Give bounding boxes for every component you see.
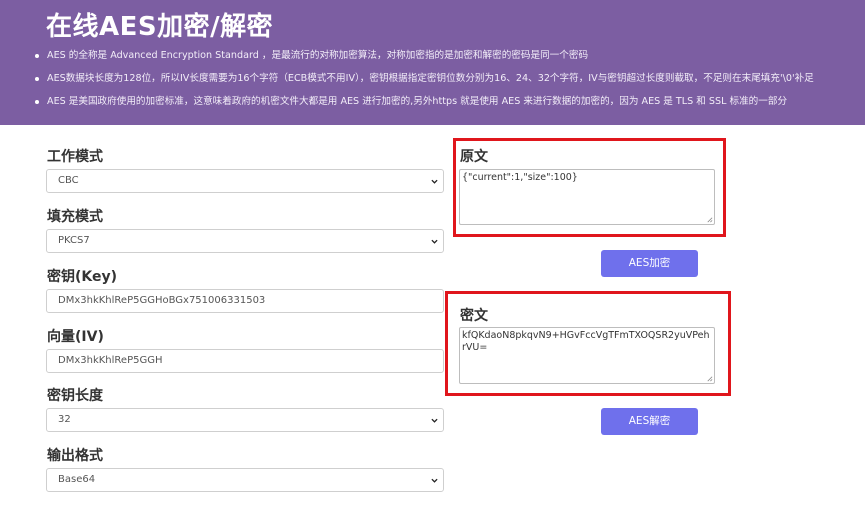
- aes-encrypt-button[interactable]: AES加密: [601, 250, 698, 277]
- intro-item: AES数据块长度为128位，所以IV长度需要为16个字符（ECB模式不用IV），…: [33, 72, 814, 95]
- resize-grip-icon[interactable]: [706, 216, 713, 223]
- aes-decrypt-button[interactable]: AES解密: [601, 408, 698, 435]
- plaintext-value: {"current":1,"size":100}: [462, 172, 578, 183]
- intro-item: AES 的全称是 Advanced Encryption Standard ，是…: [33, 49, 814, 72]
- padding-label: 填充模式: [47, 209, 103, 225]
- plaintext-textarea[interactable]: {"current":1,"size":100}: [459, 169, 715, 225]
- ciphertext-title: 密文: [460, 308, 488, 324]
- output-select[interactable]: Base64: [46, 468, 444, 492]
- page-title: 在线AES加密/解密: [46, 12, 274, 42]
- ciphertext-textarea[interactable]: kfQKdaoN8pkqvN9+HGvFccVgTFmTXOQSR2yuVPeh…: [459, 327, 715, 384]
- padding-select[interactable]: PKCS7: [46, 229, 444, 253]
- chevron-down-icon: [431, 418, 438, 423]
- chevron-down-icon: [431, 179, 438, 184]
- keylen-select-value: 32: [58, 414, 71, 425]
- output-label: 输出格式: [47, 448, 103, 464]
- iv-label: 向量(IV): [47, 329, 104, 345]
- keylen-select[interactable]: 32: [46, 408, 444, 432]
- padding-select-value: PKCS7: [58, 235, 90, 246]
- resize-grip-icon[interactable]: [706, 375, 713, 382]
- ciphertext-value: kfQKdaoN8pkqvN9+HGvFccVgTFmTXOQSR2yuVPeh…: [462, 330, 710, 353]
- output-select-value: Base64: [58, 474, 96, 485]
- mode-select-value: CBC: [58, 175, 79, 186]
- mode-select[interactable]: CBC: [46, 169, 444, 193]
- key-input[interactable]: DMx3hkKhlReP5GGHoBGx751006331503: [46, 289, 444, 313]
- page-header: 在线AES加密/解密 AES 的全称是 Advanced Encryption …: [0, 0, 865, 125]
- intro-list: AES 的全称是 Advanced Encryption Standard ，是…: [33, 49, 814, 118]
- key-label: 密钥(Key): [47, 269, 118, 285]
- intro-item: AES 是美国政府使用的加密标准，这意味着政府的机密文件大都是用 AES 进行加…: [33, 95, 814, 118]
- chevron-down-icon: [431, 478, 438, 483]
- keylen-label: 密钥长度: [47, 388, 103, 404]
- chevron-down-icon: [431, 239, 438, 244]
- iv-input[interactable]: DMx3hkKhlReP5GGH: [46, 349, 444, 373]
- mode-label: 工作模式: [47, 149, 103, 165]
- plaintext-title: 原文: [460, 149, 488, 165]
